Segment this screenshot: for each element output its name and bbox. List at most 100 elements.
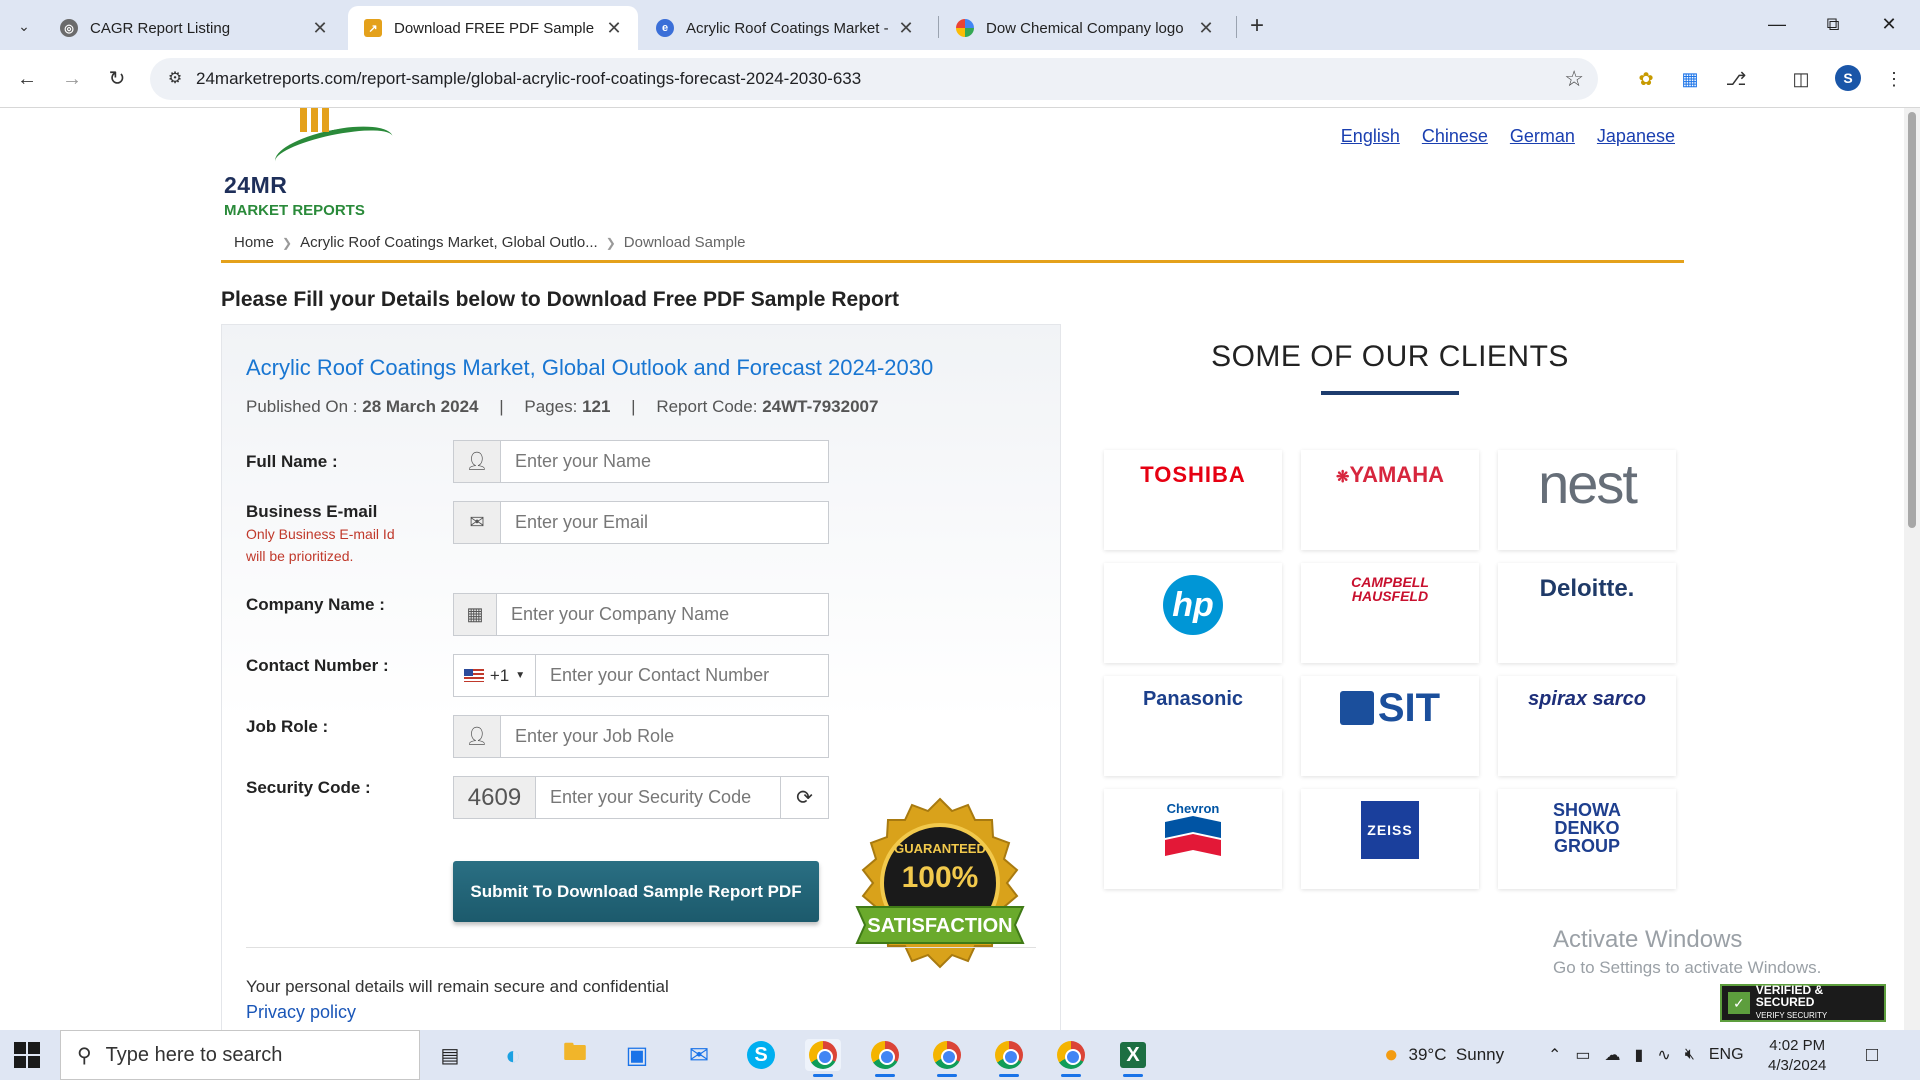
file-explorer-icon[interactable]: 🖿︎ bbox=[557, 1039, 593, 1071]
page-scrollbar[interactable] bbox=[1904, 108, 1920, 1030]
windows-taskbar: ⚲ Type here to search ▤ ◐ 🖿︎ ▣ ✉ S X ● 3… bbox=[0, 1030, 1920, 1080]
contact-number-input[interactable] bbox=[536, 655, 828, 696]
lang-english-link[interactable]: English bbox=[1341, 126, 1400, 147]
country-code-value: +1 bbox=[489, 665, 510, 685]
logo-subtitle: MARKET REPORTS bbox=[224, 202, 365, 219]
chrome-profile-3-icon[interactable] bbox=[929, 1039, 965, 1077]
language-switcher: English Chinese German Japanese bbox=[1341, 126, 1675, 147]
client-logo-sit: SIT bbox=[1301, 676, 1479, 776]
skype-icon[interactable]: S bbox=[743, 1039, 779, 1071]
close-tab-icon[interactable]: ✕ bbox=[1196, 18, 1216, 39]
24mr-logo[interactable]: 24MR MARKET REPORTS bbox=[222, 108, 397, 219]
breadcrumb-report[interactable]: Acrylic Roof Coatings Market, Global Out… bbox=[300, 234, 598, 251]
battery-icon[interactable]: ▮ bbox=[1635, 1045, 1644, 1065]
tray-chevron-up-icon[interactable]: ⌃ bbox=[1548, 1045, 1561, 1065]
full-name-input[interactable] bbox=[501, 441, 828, 482]
browser-tabstrip: ⌄ ◎ CAGR Report Listing ✕ ↗ Download FRE… bbox=[0, 0, 1920, 50]
browser-menu-kebab-icon[interactable]: ⋮ bbox=[1880, 65, 1908, 93]
clients-heading-underline bbox=[1321, 391, 1459, 395]
job-role-field: 👤︎ bbox=[453, 715, 829, 758]
client-logo-showa-denko: SHOWA DENKO GROUP bbox=[1498, 789, 1676, 889]
forward-arrow-icon[interactable]: → bbox=[57, 64, 87, 94]
taskbar-search-box[interactable]: ⚲ Type here to search bbox=[60, 1030, 420, 1080]
company-name-input[interactable] bbox=[497, 594, 828, 635]
weather-widget[interactable]: ● 39°C Sunny bbox=[1384, 1030, 1504, 1080]
close-tab-icon[interactable]: ✕ bbox=[310, 18, 330, 39]
close-tab-icon[interactable]: ✕ bbox=[604, 18, 624, 39]
pages-count: 121 bbox=[582, 397, 611, 416]
report-code-label: Report Code: bbox=[656, 397, 758, 416]
chrome-profile-2-icon[interactable] bbox=[867, 1039, 903, 1077]
breadcrumb-home[interactable]: Home bbox=[234, 234, 274, 251]
bookmark-star-icon[interactable]: ☆ bbox=[1564, 66, 1584, 92]
logo-mark: 24MR bbox=[224, 172, 288, 198]
breadcrumb-divider bbox=[221, 260, 1684, 263]
side-panel-icon[interactable]: ◫ bbox=[1787, 65, 1815, 93]
restore-window-icon[interactable]: ⧉ bbox=[1805, 8, 1861, 40]
job-role-label: Job Role : bbox=[246, 717, 329, 736]
task-view-icon[interactable]: ▤ bbox=[432, 1039, 468, 1071]
reload-icon[interactable]: ↻ bbox=[102, 64, 132, 94]
tab-dow-chemical-logo[interactable]: Dow Chemical Company logo p ✕ bbox=[940, 6, 1230, 50]
tab-title: Download FREE PDF Sample : A bbox=[394, 19, 596, 37]
input-language[interactable]: ENG bbox=[1709, 1046, 1744, 1064]
caret-down-icon: ▼ bbox=[515, 670, 526, 681]
windows-start-icon[interactable] bbox=[14, 1042, 40, 1068]
profile-avatar[interactable]: S bbox=[1835, 65, 1861, 91]
back-arrow-icon[interactable]: ← bbox=[12, 64, 42, 94]
user-icon: 👤︎ bbox=[454, 716, 501, 757]
report-code: 24WT-7932007 bbox=[762, 397, 879, 416]
tab-cagr-report-listing[interactable]: ◎ CAGR Report Listing ✕ bbox=[44, 6, 344, 50]
volume-muted-icon[interactable]: 🔇︎ bbox=[1685, 1046, 1695, 1064]
privacy-policy-link[interactable]: Privacy policy bbox=[246, 1002, 356, 1023]
taskbar-clock[interactable]: 4:02 PM 4/3/2024 bbox=[1768, 1036, 1826, 1076]
tab-search-chevron-icon[interactable]: ⌄ bbox=[10, 12, 38, 40]
client-logo-yamaha: ❋YAMAHA bbox=[1301, 450, 1479, 550]
tab-acrylic-roof-coatings[interactable]: e Acrylic Roof Coatings Market - ✕ bbox=[640, 6, 930, 50]
godaddy-verified-badge[interactable]: ✓ VERIFIED & SECURED VERIFY SECURITY bbox=[1720, 984, 1886, 1022]
chrome-profile-5-icon[interactable] bbox=[1053, 1039, 1089, 1077]
business-email-input[interactable] bbox=[501, 502, 828, 543]
edge-browser-icon[interactable]: ◐ bbox=[495, 1039, 531, 1071]
lang-japanese-link[interactable]: Japanese bbox=[1597, 126, 1675, 147]
scrollbar-thumb[interactable] bbox=[1908, 112, 1916, 528]
security-code-input[interactable] bbox=[536, 777, 780, 818]
chrome-profile-4-icon[interactable] bbox=[991, 1039, 1027, 1077]
close-window-icon[interactable]: ✕ bbox=[1861, 8, 1917, 40]
excel-icon[interactable]: X bbox=[1115, 1039, 1151, 1077]
submit-download-button[interactable]: Submit To Download Sample Report PDF bbox=[453, 861, 819, 922]
chrome-profile-1-icon[interactable] bbox=[805, 1039, 841, 1077]
client-logo-campbell-hausfeld: CAMPBELL HAUSFELD bbox=[1301, 563, 1479, 663]
microsoft-store-icon[interactable]: ▣ bbox=[619, 1039, 655, 1071]
site-settings-icon[interactable]: ⚙ bbox=[164, 68, 186, 90]
tab-title: CAGR Report Listing bbox=[90, 19, 231, 37]
logo-swoosh bbox=[271, 117, 397, 181]
job-role-input[interactable] bbox=[501, 716, 828, 757]
chevron-right-icon: ❯ bbox=[282, 235, 293, 250]
tab-download-sample[interactable]: ↗ Download FREE PDF Sample : A ✕ bbox=[348, 6, 638, 50]
business-email-label: Business E-mail bbox=[246, 502, 378, 521]
address-url[interactable]: 24marketreports.com/report-sample/global… bbox=[196, 69, 861, 89]
wifi-icon[interactable]: ∿ bbox=[1657, 1045, 1670, 1065]
tab-title: Dow Chemical Company logo p bbox=[986, 19, 1188, 37]
country-code-select[interactable]: +1 ▼ bbox=[454, 655, 536, 696]
refresh-captcha-icon[interactable]: ⟳ bbox=[780, 777, 828, 818]
clock-date: 4/3/2024 bbox=[1768, 1057, 1827, 1074]
notification-center-icon[interactable]: □ bbox=[1866, 1030, 1878, 1080]
activate-windows-watermark: Activate Windows Go to Settings to activ… bbox=[1553, 926, 1822, 977]
onedrive-cloud-icon[interactable]: ☁ bbox=[1605, 1045, 1621, 1065]
minimize-window-icon[interactable]: — bbox=[1749, 8, 1805, 40]
tray-device-icon[interactable]: ▭ bbox=[1575, 1045, 1590, 1065]
lang-chinese-link[interactable]: Chinese bbox=[1422, 126, 1488, 147]
close-tab-icon[interactable]: ✕ bbox=[896, 18, 916, 39]
google-translate-icon[interactable]: ▦ bbox=[1676, 65, 1704, 93]
google-favicon-icon bbox=[956, 19, 974, 37]
report-title[interactable]: Acrylic Roof Coatings Market, Global Out… bbox=[246, 355, 933, 381]
address-bar[interactable]: ⚙ 24marketreports.com/report-sample/glob… bbox=[150, 58, 1598, 100]
lang-german-link[interactable]: German bbox=[1510, 126, 1575, 147]
mail-icon[interactable]: ✉ bbox=[681, 1039, 717, 1071]
extension-sun-icon[interactable]: ✿ bbox=[1632, 65, 1660, 93]
breadcrumb-current: Download Sample bbox=[623, 234, 746, 251]
new-tab-plus-icon[interactable]: + bbox=[1243, 12, 1271, 40]
extensions-puzzle-icon[interactable]: ⎇ bbox=[1722, 65, 1750, 93]
